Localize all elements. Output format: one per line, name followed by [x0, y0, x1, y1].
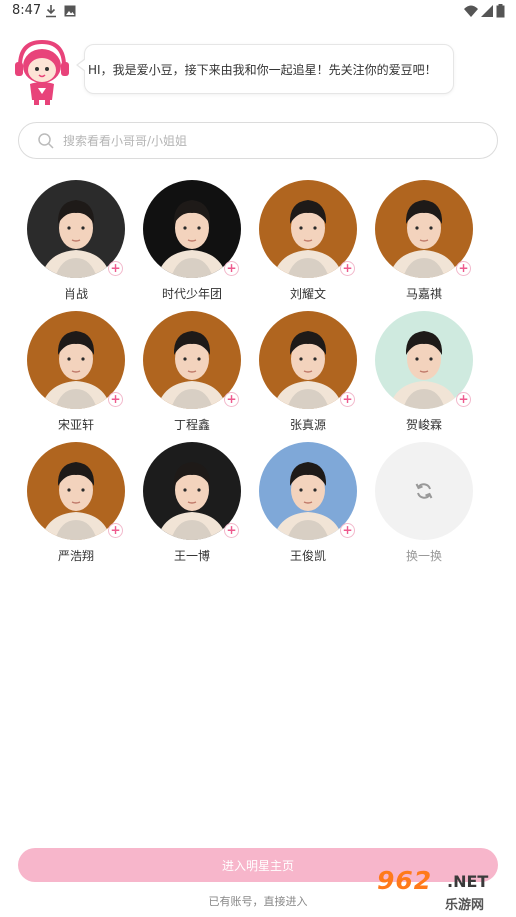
idol-card[interactable]: + 王一博	[134, 440, 250, 568]
idol-name: 贺峻霖	[405, 418, 442, 432]
idol-name: 王俊凯	[289, 549, 326, 563]
follow-plus-icon[interactable]: +	[108, 523, 123, 538]
refresh-label: 换一换	[405, 549, 442, 563]
idol-name: 丁程鑫	[173, 418, 210, 432]
idol-card[interactable]: + 严浩翔	[18, 440, 134, 568]
idol-card[interactable]: + 马嘉祺	[366, 178, 482, 306]
watermark-site: 乐游网	[445, 898, 485, 913]
idol-name: 肖战	[63, 287, 88, 301]
follow-plus-icon[interactable]: +	[224, 261, 239, 276]
battery-icon	[496, 4, 505, 18]
idol-card[interactable]: + 宋亚轩	[18, 309, 134, 437]
idol-card[interactable]: + 丁程鑫	[134, 309, 250, 437]
wifi-icon	[464, 5, 478, 17]
follow-plus-icon[interactable]: +	[456, 392, 471, 407]
watermark-logo: 962 .NET 乐游网	[377, 866, 511, 914]
refresh-button[interactable]	[375, 442, 473, 540]
idol-card[interactable]: + 张真源	[250, 309, 366, 437]
status-time: 8:47	[12, 3, 42, 18]
follow-plus-icon[interactable]: +	[340, 392, 355, 407]
idol-card[interactable]: + 刘耀文	[250, 178, 366, 306]
mascot-avatar	[15, 39, 69, 105]
idol-card[interactable]: + 时代少年团	[134, 178, 250, 306]
follow-plus-icon[interactable]: +	[108, 392, 123, 407]
idol-name: 马嘉祺	[405, 287, 442, 301]
follow-plus-icon[interactable]: +	[108, 261, 123, 276]
idol-name: 时代少年团	[161, 287, 222, 301]
follow-plus-icon[interactable]: +	[456, 261, 471, 276]
greeting-text: HI，我是爱小豆，接下来由我和你一起追星！先关注你的爱豆吧！	[88, 63, 437, 77]
idol-name: 张真源	[289, 418, 326, 432]
search-icon	[38, 133, 54, 149]
idol-name: 刘耀文	[289, 287, 326, 301]
signal-icon	[481, 5, 493, 17]
follow-plus-icon[interactable]: +	[224, 523, 239, 538]
download-icon	[46, 5, 56, 18]
watermark-net: .NET	[447, 872, 489, 891]
idol-card[interactable]: + 贺峻霖	[366, 309, 482, 437]
image-notification-icon	[64, 5, 76, 17]
idol-name: 严浩翔	[57, 549, 94, 563]
follow-plus-icon[interactable]: +	[340, 523, 355, 538]
idol-card[interactable]: + 肖战	[18, 178, 134, 306]
watermark-number: 962	[377, 866, 433, 895]
idol-name: 王一博	[173, 549, 210, 563]
idol-name: 宋亚轩	[57, 418, 94, 432]
refresh-icon	[415, 483, 433, 499]
search-bar[interactable]	[18, 122, 498, 159]
status-bar: 8:47	[0, 0, 516, 24]
idol-card[interactable]: + 王俊凯	[250, 440, 366, 568]
follow-plus-icon[interactable]: +	[224, 392, 239, 407]
follow-plus-icon[interactable]: +	[340, 261, 355, 276]
bubble-tail-inner	[78, 59, 86, 71]
search-input[interactable]	[63, 131, 483, 151]
refresh-card[interactable]: 换一换	[366, 440, 482, 568]
